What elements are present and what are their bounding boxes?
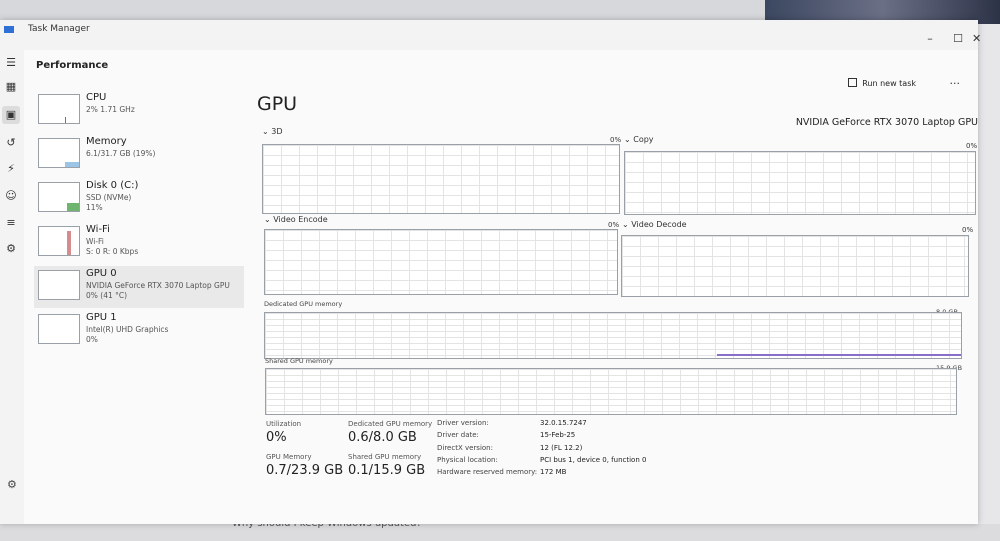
minimize-button[interactable]: –	[920, 32, 940, 45]
utilization-value: 0%	[266, 430, 287, 445]
dedicated-memory-value: 0.6/8.0 GB	[348, 430, 417, 445]
engine-video-decode-dropdown[interactable]: ⌄ Video Decode	[622, 220, 687, 229]
resource-list: CPU 2% 1.71 GHz Memory 6.1/31.7 GB (19%)…	[34, 90, 244, 354]
sidebar-item-wifi[interactable]: Wi-Fi Wi-Fi S: 0 R: 0 Kbps	[34, 222, 244, 264]
engine-3d-pct: 0%	[610, 136, 622, 144]
sidebar-item-detail: 6.1/31.7 GB (19%)	[86, 149, 156, 158]
gpu1-thumbnail	[38, 314, 80, 344]
gpu-model-name: NVIDIA GeForce RTX 3070 Laptop GPU	[795, 117, 978, 128]
title-bar: Task Manager – ☐ ✕	[0, 20, 981, 50]
physical-location-label: Physical location:	[437, 456, 498, 464]
sidebar-item-gpu-1[interactable]: GPU 1 Intel(R) UHD Graphics 0%	[34, 310, 244, 352]
sidebar-item-detail: 0%	[86, 335, 98, 344]
engine-video-encode-graph	[264, 229, 618, 295]
engine-label: Copy	[633, 135, 654, 144]
driver-date-value: 15-Feb-25	[540, 431, 576, 439]
performance-icon[interactable]: ▣	[2, 106, 20, 124]
memory-thumbnail	[38, 138, 80, 168]
nav-rail: ☰ ▦ ▣ ↺ ⚡ ☺ ≡ ⚙	[0, 50, 24, 524]
engine-video-decode-pct: 0%	[962, 226, 974, 234]
users-icon[interactable]: ☺	[2, 187, 20, 205]
menu-icon[interactable]: ☰	[2, 54, 20, 72]
services-icon[interactable]: ⚙	[2, 240, 20, 258]
run-new-task-label: Run new task	[862, 79, 916, 88]
directx-version-label: DirectX version:	[437, 444, 493, 452]
hardware-reserved-memory-label: Hardware reserved memory:	[437, 468, 538, 476]
shared-memory-label: Shared GPU memory	[348, 453, 422, 461]
run-new-task-button[interactable]: Run new task	[848, 78, 916, 88]
sidebar-item-label: Wi-Fi	[86, 224, 110, 235]
directx-version-value: 12 (FL 12.2)	[540, 444, 583, 452]
sidebar-item-detail: 2% 1.71 GHz	[86, 105, 135, 114]
sidebar-item-detail: S: 0 R: 0 Kbps	[86, 247, 139, 256]
engine-video-encode-pct: 0%	[608, 221, 620, 229]
disk-thumbnail	[38, 182, 80, 212]
driver-date-label: Driver date:	[437, 431, 479, 439]
sidebar-item-disk-0[interactable]: Disk 0 (C:) SSD (NVMe) 11%	[34, 178, 244, 220]
engine-copy-graph	[624, 151, 976, 215]
sidebar-item-label: GPU 0	[86, 268, 117, 279]
gpu-memory-value: 0.7/23.9 GB	[266, 463, 344, 478]
dedicated-memory-usage-line	[717, 354, 961, 356]
gpu-memory-label: GPU Memory	[266, 453, 312, 461]
sidebar-item-detail: Intel(R) UHD Graphics	[86, 325, 169, 334]
processes-icon[interactable]: ▦	[2, 78, 20, 96]
engine-label: Video Encode	[273, 215, 328, 224]
sidebar-item-cpu[interactable]: CPU 2% 1.71 GHz	[34, 90, 244, 132]
startup-icon[interactable]: ⚡	[2, 160, 20, 178]
engine-label: 3D	[271, 127, 283, 136]
sidebar-item-memory[interactable]: Memory 6.1/31.7 GB (19%)	[34, 134, 244, 176]
details-icon[interactable]: ≡	[2, 214, 20, 232]
shared-memory-graph	[265, 368, 957, 415]
sidebar-item-detail: NVIDIA GeForce RTX 3070 Laptop GPU	[86, 281, 230, 290]
performance-panel: Performance Run new task ... CPU 2% 1.71…	[24, 50, 978, 524]
engine-copy-dropdown[interactable]: ⌄ Copy	[624, 135, 654, 144]
more-options-button[interactable]: ...	[950, 74, 961, 87]
cpu-thumbnail	[38, 94, 80, 124]
close-button[interactable]: ✕	[972, 32, 981, 45]
settings-icon[interactable]: ⚙	[7, 478, 17, 491]
sidebar-item-gpu-0[interactable]: GPU 0 NVIDIA GeForce RTX 3070 Laptop GPU…	[34, 266, 244, 308]
driver-version-label: Driver version:	[437, 419, 489, 427]
engine-label: Video Decode	[631, 220, 687, 229]
section-title: Performance	[36, 60, 109, 71]
sidebar-item-detail: 11%	[86, 203, 103, 212]
sidebar-item-detail: 0% (41 °C)	[86, 291, 128, 300]
dedicated-memory-label: Dedicated GPU memory	[348, 420, 433, 428]
background-bottom	[0, 524, 1000, 541]
shared-memory-graph-label: Shared GPU memory	[265, 357, 333, 365]
sidebar-item-label: Memory	[86, 136, 127, 147]
task-manager-window: Task Manager – ☐ ✕ ☰ ▦ ▣ ↺ ⚡ ☺ ≡ ⚙ Perfo…	[0, 20, 981, 524]
gpu0-thumbnail	[38, 270, 80, 300]
sidebar-item-detail: SSD (NVMe)	[86, 193, 132, 202]
dedicated-memory-graph	[264, 312, 962, 359]
engine-copy-pct: 0%	[966, 142, 978, 150]
run-task-icon	[848, 78, 858, 87]
engine-video-encode-dropdown[interactable]: ⌄ Video Encode	[264, 215, 328, 224]
sidebar-item-label: CPU	[86, 92, 107, 103]
wifi-thumbnail	[38, 226, 80, 256]
engine-video-decode-graph	[621, 235, 969, 297]
app-history-icon[interactable]: ↺	[2, 134, 20, 152]
gpu-title: GPU	[257, 93, 298, 115]
maximize-button[interactable]: ☐	[948, 32, 968, 45]
task-manager-icon	[4, 26, 14, 33]
engine-3d-dropdown[interactable]: ⌄ 3D	[262, 127, 283, 136]
window-title: Task Manager	[28, 24, 90, 34]
dedicated-memory-graph-label: Dedicated GPU memory	[264, 300, 343, 308]
physical-location-value: PCI bus 1, device 0, function 0	[540, 456, 647, 464]
engine-3d-graph	[262, 144, 620, 214]
driver-version-value: 32.0.15.7247	[540, 419, 587, 427]
sidebar-item-detail: Wi-Fi	[86, 237, 104, 246]
sidebar-item-label: Disk 0 (C:)	[86, 180, 139, 191]
hardware-reserved-memory-value: 172 MB	[540, 468, 567, 476]
utilization-label: Utilization	[266, 420, 302, 428]
shared-memory-value: 0.1/15.9 GB	[348, 463, 426, 478]
sidebar-item-label: GPU 1	[86, 312, 117, 323]
